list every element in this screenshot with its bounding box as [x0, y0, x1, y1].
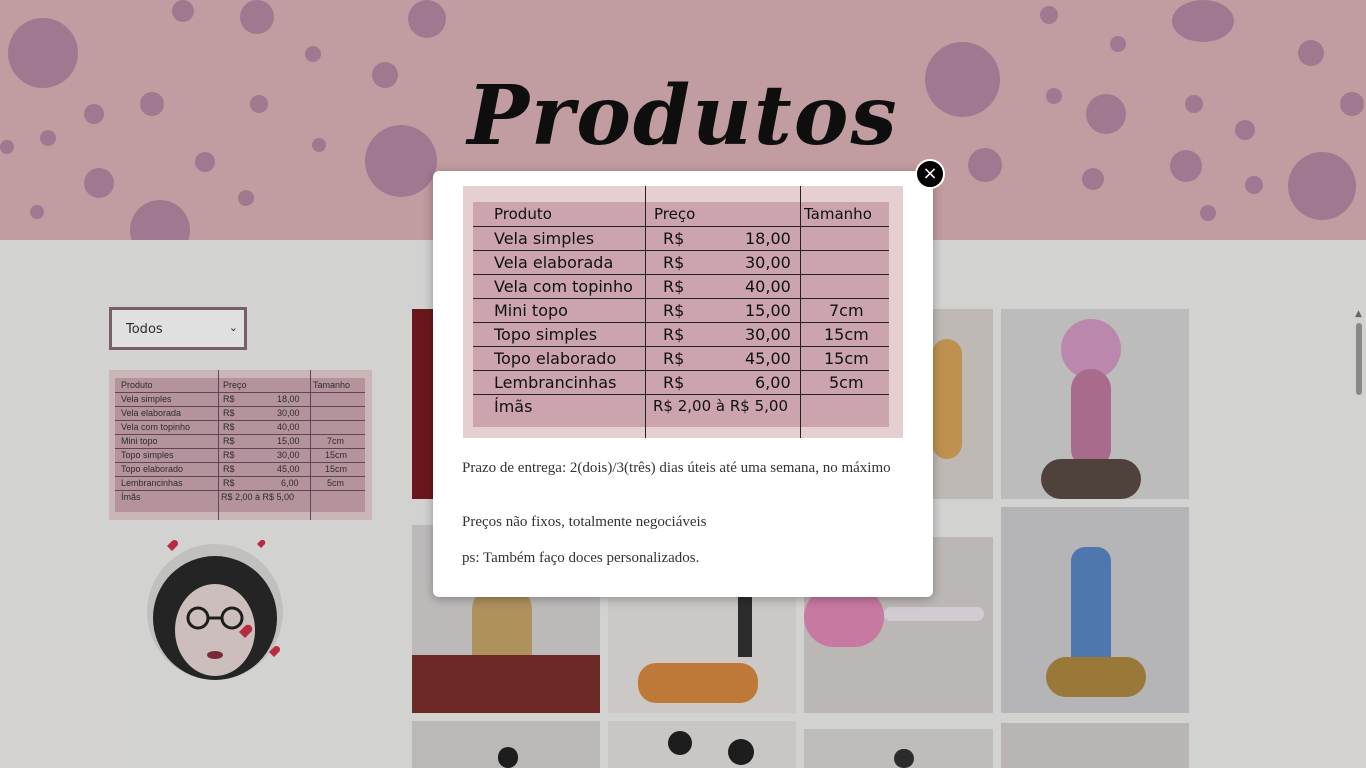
table-cell-product: Vela simples — [494, 229, 595, 248]
table-cell-currency: R$ — [663, 325, 685, 344]
table-cell-price: 40,00 — [745, 277, 791, 296]
close-icon: × — [922, 163, 938, 184]
table-cell-price: R$ 2,00 à R$ 5,00 — [653, 397, 788, 415]
table-cell-currency: R$ — [663, 229, 685, 248]
table-cell-product: Mini topo — [494, 301, 568, 320]
table-cell-size: 5cm — [829, 373, 864, 392]
table-cell-product: Topo simples — [494, 325, 598, 344]
table-cell-currency: R$ — [663, 373, 685, 392]
scrollbar[interactable]: ▲ — [1354, 305, 1366, 768]
table-cell-currency: R$ — [663, 253, 685, 272]
table-cell-currency: R$ — [663, 349, 685, 368]
table-cell-price: 18,00 — [745, 229, 791, 248]
delivery-text: Prazo de entrega: 2(dois)/3(três) dias ú… — [462, 460, 891, 476]
header-product: Produto — [494, 205, 552, 223]
table-cell-product: Ímãs — [494, 397, 533, 416]
table-cell-currency: R$ — [663, 301, 685, 320]
table-cell-product: Topo elaborado — [494, 349, 617, 368]
table-cell-product: Vela elaborada — [494, 253, 614, 272]
scrollbar-thumb[interactable] — [1356, 323, 1362, 395]
table-cell-price: 15,00 — [745, 301, 791, 320]
table-cell-size: 15cm — [824, 325, 869, 344]
header-price: Preço — [654, 205, 696, 223]
table-cell-size: 7cm — [829, 301, 864, 320]
close-modal-button[interactable]: × — [915, 159, 945, 189]
table-cell-product: Vela com topinho — [494, 277, 633, 296]
scroll-up-icon[interactable]: ▲ — [1355, 309, 1362, 319]
table-cell-currency: R$ — [663, 277, 685, 296]
ps-text: ps: Também faço doces personalizados. — [462, 550, 700, 566]
table-cell-product: Lembrancinhas — [494, 373, 617, 392]
table-cell-price: 45,00 — [745, 349, 791, 368]
table-cell-price: 30,00 — [745, 253, 791, 272]
price-table-image: Produto Preço Tamanho Vela simples R$ 18… — [463, 186, 903, 438]
prices-note-text: Preços não fixos, totalmente negociáveis — [462, 514, 707, 530]
table-cell-size: 15cm — [824, 349, 869, 368]
header-size: Tamanho — [804, 205, 872, 223]
table-cell-price: 30,00 — [745, 325, 791, 344]
table-cell-price: 6,00 — [755, 373, 791, 392]
price-list-modal: Produto Preço Tamanho Vela simples R$ 18… — [433, 171, 933, 597]
